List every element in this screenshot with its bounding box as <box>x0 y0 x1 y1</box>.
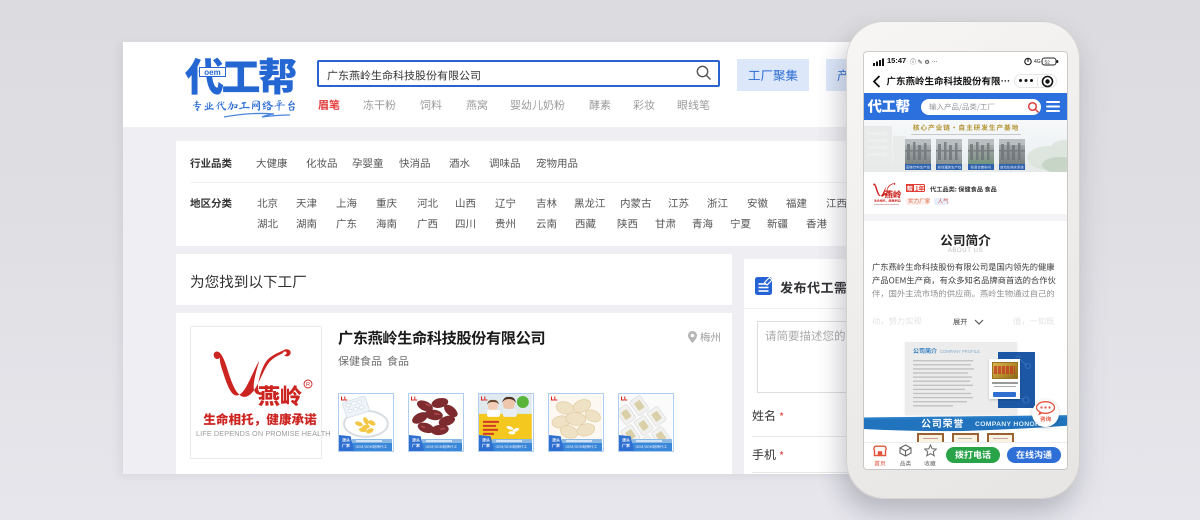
svg-text:4G: 4G <box>1034 59 1041 65</box>
svg-text:R: R <box>306 382 310 388</box>
svg-text:52: 52 <box>1045 59 1051 65</box>
